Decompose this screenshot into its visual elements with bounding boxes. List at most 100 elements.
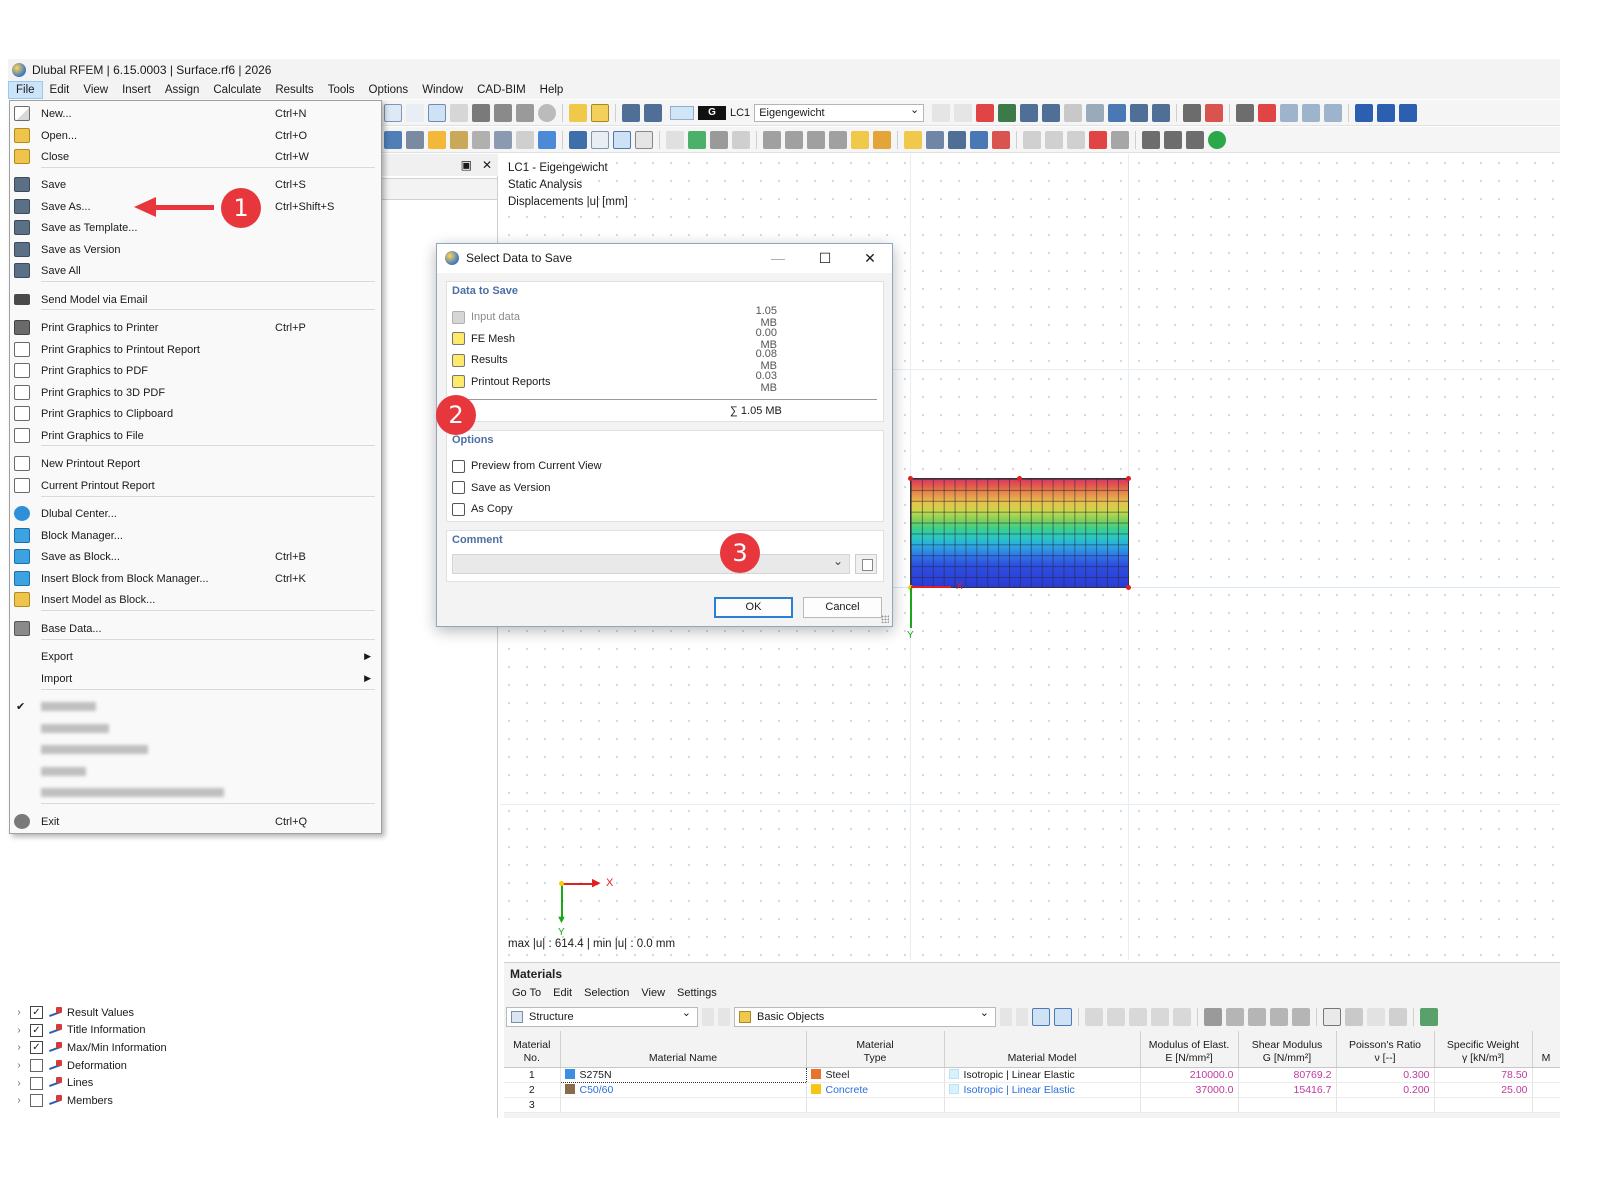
x-marker-icon[interactable]: [1258, 103, 1277, 122]
column-header[interactable]: M: [1532, 1031, 1560, 1068]
line-grid-icon[interactable]: [732, 130, 750, 149]
file-menu-item-new-printout-report[interactable]: New Printout Report: [10, 453, 381, 474]
next-icon[interactable]: [718, 1008, 730, 1026]
option-as-copy[interactable]: As Copy: [452, 500, 877, 518]
materials-menu-go-to[interactable]: Go To: [506, 987, 547, 999]
select-icon[interactable]: [1032, 1008, 1050, 1026]
tree-checkbox[interactable]: [30, 1059, 43, 1073]
iso-view-icon[interactable]: [1324, 103, 1343, 122]
render-icon[interactable]: [538, 103, 556, 122]
file-menu-item-new[interactable]: New... Ctrl+N: [10, 103, 381, 124]
animation-icon[interactable]: [1183, 103, 1202, 122]
material-name-cell[interactable]: C50/60: [560, 1082, 807, 1098]
file-menu-item-save-as-version[interactable]: Save as Version: [10, 239, 381, 260]
shear-modulus-g[interactable]: 80769.2: [1238, 1067, 1337, 1083]
color-layer-icon[interactable]: [688, 130, 706, 149]
menu-cad-bim[interactable]: CAD-BIM: [470, 81, 533, 99]
line-icon[interactable]: [406, 103, 424, 122]
text-edit-icon[interactable]: [1345, 1008, 1363, 1026]
shear-modulus-g[interactable]: [1238, 1097, 1337, 1113]
fe-surface-result[interactable]: [910, 478, 1129, 588]
column-header[interactable]: Material Type: [806, 1031, 945, 1068]
material-name-cell[interactable]: S275N: [559, 1066, 807, 1083]
column-header[interactable]: Material No.: [504, 1031, 561, 1068]
view-x-icon[interactable]: [1355, 103, 1374, 122]
box-icon[interactable]: [1280, 103, 1299, 122]
snap-red-icon[interactable]: [992, 130, 1010, 149]
recent-file-item[interactable]: [10, 718, 381, 739]
table-row[interactable]: 3: [504, 1097, 1560, 1113]
resize-grip-icon[interactable]: [881, 615, 889, 623]
material-model-cell[interactable]: Isotropic | Linear Elastic: [944, 1082, 1141, 1098]
poisson-ratio[interactable]: 0.300: [1336, 1067, 1435, 1083]
column-header[interactable]: Modulus of Elast. E [N/mm²]: [1140, 1031, 1239, 1068]
deform-icon[interactable]: [1130, 103, 1149, 122]
scale-icon[interactable]: [1152, 103, 1171, 122]
dimension-icon[interactable]: [635, 130, 653, 149]
results-diagram-icon[interactable]: [998, 103, 1017, 122]
column-header[interactable]: Shear Modulus G [N/mm²]: [1238, 1031, 1337, 1068]
next-icon[interactable]: [954, 103, 973, 122]
table-grid-2-icon[interactable]: [1151, 1008, 1169, 1026]
cylinder-icon[interactable]: [710, 130, 728, 149]
stack-2-icon[interactable]: [1164, 130, 1182, 149]
comment-library-button[interactable]: [855, 554, 877, 574]
chevron-right-icon[interactable]: ›: [12, 1025, 26, 1036]
delete-row-icon[interactable]: [1204, 1008, 1222, 1026]
select-add-icon[interactable]: [1054, 1008, 1072, 1026]
option-save-as-version[interactable]: Save as Version: [452, 479, 877, 497]
materials-menu-settings[interactable]: Settings: [671, 987, 723, 999]
menu-assign[interactable]: Assign: [158, 81, 207, 99]
file-menu-item-print-graphics-to-clipboard[interactable]: Print Graphics to Clipboard: [10, 403, 381, 424]
node-icon[interactable]: [428, 130, 446, 149]
recent-file-item[interactable]: [10, 739, 381, 760]
table-append-icon[interactable]: [1107, 1008, 1125, 1026]
file-menu-item-save[interactable]: Save Ctrl+S: [10, 174, 381, 195]
chevron-right-icon[interactable]: ›: [12, 1095, 26, 1106]
surface-node[interactable]: [908, 476, 913, 481]
lock-grid-icon[interactable]: [948, 130, 966, 149]
table-insert-icon[interactable]: [1085, 1008, 1103, 1026]
support-grid-icon[interactable]: [450, 130, 468, 149]
chevron-right-icon[interactable]: ›: [12, 1007, 26, 1018]
column-header[interactable]: Specific Weight γ [kN/m³]: [1434, 1031, 1533, 1068]
cube-front-icon[interactable]: [384, 130, 402, 149]
chevron-right-icon[interactable]: ›: [12, 1078, 26, 1089]
camera-icon[interactable]: [1111, 130, 1129, 149]
file-menu-item-send-model-via-email[interactable]: Send Model via Email: [10, 289, 381, 310]
export-table-icon[interactable]: [1420, 1008, 1438, 1026]
align-icon[interactable]: [970, 130, 988, 149]
table-row[interactable]: 2 C50/60 Concrete Isotropic | Linear Elasti…: [504, 1082, 1560, 1098]
menu-results[interactable]: Results: [268, 81, 320, 99]
poisson-ratio[interactable]: 0.200: [1336, 1082, 1435, 1098]
layers-icon[interactable]: [494, 103, 512, 122]
recent-file-item[interactable]: [10, 761, 381, 782]
file-menu-item-current-printout-report[interactable]: Current Printout Report: [10, 475, 381, 496]
material-model-cell[interactable]: [944, 1097, 1141, 1113]
table-row[interactable]: 1 S275N Steel Isotropic | Linear Elastic 210…: [504, 1066, 1560, 1083]
material-type-cell[interactable]: Concrete: [806, 1082, 945, 1098]
file-menu-item-print-graphics-to-pdf[interactable]: Print Graphics to PDF: [10, 360, 381, 381]
materials-menu-selection[interactable]: Selection: [578, 987, 635, 999]
filter-icon[interactable]: [569, 130, 587, 149]
file-menu-item-export[interactable]: Export ▶: [10, 646, 381, 667]
checkbox-printout-reports[interactable]: [452, 375, 465, 389]
menu-help[interactable]: Help: [533, 81, 571, 99]
specific-weight[interactable]: 78.50: [1434, 1067, 1533, 1083]
status-ok-icon[interactable]: [1208, 130, 1226, 149]
table-grid-icon[interactable]: [1129, 1008, 1147, 1026]
tree-item-deformation[interactable]: › Deformation: [12, 1057, 492, 1075]
option-preview-from-current-view[interactable]: Preview from Current View: [452, 457, 877, 475]
ok-button[interactable]: OK: [714, 597, 793, 618]
file-menu-item-block-manager[interactable]: Block Manager...: [10, 525, 381, 546]
tree-checkbox[interactable]: ✓: [30, 1041, 43, 1055]
cancel-button[interactable]: Cancel: [803, 597, 882, 618]
lightning-icon[interactable]: [851, 130, 869, 149]
recent-file-item[interactable]: [10, 782, 381, 803]
dialog-title-bar[interactable]: Select Data to Save — ☐ ✕: [437, 244, 892, 273]
xxx-values-icon[interactable]: [1064, 103, 1083, 122]
checkbox-as-copy[interactable]: [452, 502, 465, 516]
maximize-icon[interactable]: ☐: [809, 248, 841, 268]
file-menu-item-print-graphics-to-printer[interactable]: Print Graphics to Printer Ctrl+P: [10, 317, 381, 338]
file-menu-item-save-as-template[interactable]: Save as Template...: [10, 217, 381, 238]
